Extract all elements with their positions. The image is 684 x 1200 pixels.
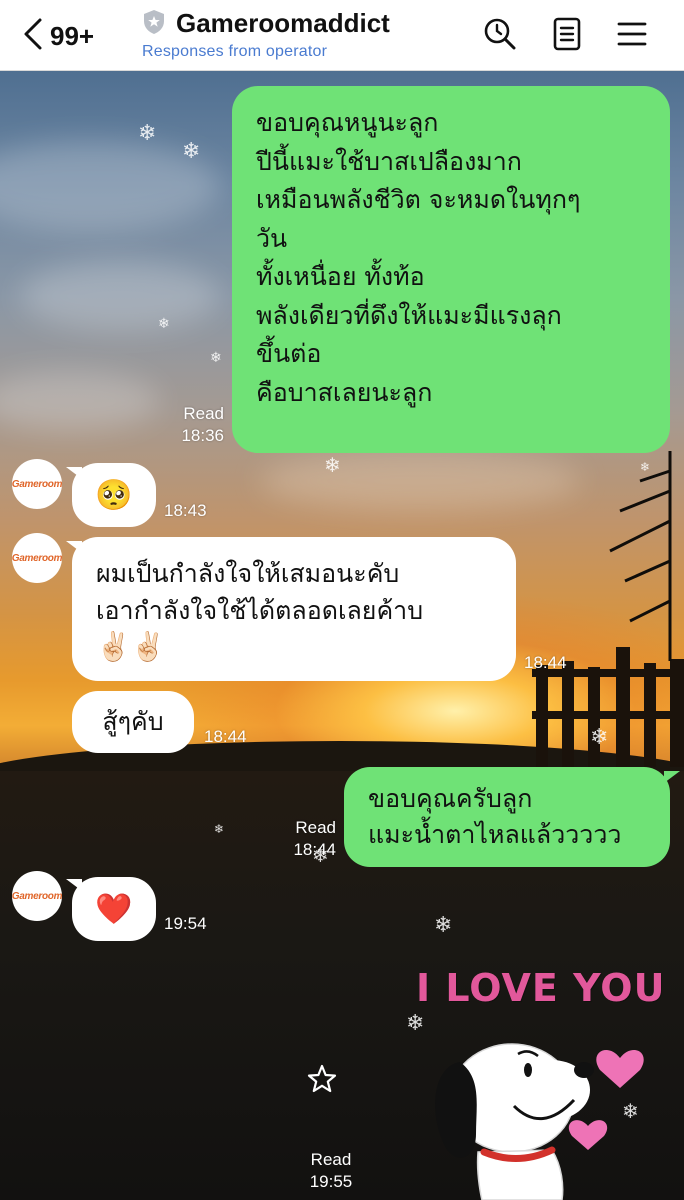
read-receipt: Read bbox=[310, 1150, 352, 1169]
chat-header: 99+ Gameroomaddict Responses from operat… bbox=[0, 0, 684, 71]
chat-title: Gameroomaddict bbox=[176, 8, 390, 38]
star-icon[interactable] bbox=[306, 1063, 338, 1095]
message-time: 18:44 bbox=[524, 653, 567, 672]
message-time: 19:54 bbox=[164, 914, 207, 933]
message-bubble-incoming[interactable]: สู้ๆคับ bbox=[72, 691, 194, 753]
avatar[interactable]: Gameroom bbox=[12, 459, 62, 509]
unread-count: 99+ bbox=[50, 20, 95, 51]
back-button[interactable]: 99+ bbox=[22, 14, 94, 58]
sticker-snoopy[interactable]: I LOVE YOU bbox=[402, 966, 672, 1200]
emoji: 🥺 bbox=[95, 477, 133, 513]
chat-title-block[interactable]: Gameroomaddict Responses from operator bbox=[142, 8, 390, 61]
chat-area[interactable]: ❄ ❄ ❄ ❄ ❄ ❄ ❄ ❄ ❄ ❄ ❄ ❄ Read 18:36 ขอบคุ… bbox=[0, 71, 684, 1200]
message-text: ผมเป็นกำลังใจให้เสมอนะคับ เอากำลังใจใช้ไ… bbox=[96, 559, 424, 625]
message-time: 18:43 bbox=[164, 501, 207, 520]
message-bubble-incoming[interactable]: ❤️ bbox=[72, 877, 156, 941]
read-receipt: Read bbox=[183, 404, 224, 423]
message-bubble-incoming[interactable]: ผมเป็นกำลังใจให้เสมอนะคับ เอากำลังใจใช้ไ… bbox=[72, 537, 516, 681]
message-time: 18:36 bbox=[181, 426, 224, 445]
message-bubble-outgoing[interactable]: ขอบคุณครับลูก แมะน้ำตาไหลแล้ววววว bbox=[344, 767, 670, 867]
message-meta: Read 19:55 bbox=[296, 1149, 366, 1193]
chat-subtitle: Responses from operator bbox=[142, 43, 328, 60]
emoji: ❤️ bbox=[95, 891, 133, 927]
message-bubble-incoming[interactable]: 🥺 bbox=[72, 463, 156, 527]
shield-icon bbox=[142, 9, 166, 39]
message-time: 19:55 bbox=[309, 1172, 353, 1191]
avatar[interactable]: Gameroom bbox=[12, 871, 62, 921]
search-icon[interactable] bbox=[482, 16, 518, 52]
message-text: ขอบคุณหนูนะลูก ปีนี้แมะใช้บาสเปลืองมาก เ… bbox=[256, 108, 581, 407]
avatar[interactable]: Gameroom bbox=[12, 533, 62, 583]
message-meta: Read 18:36 bbox=[160, 403, 224, 447]
message-text: สู้ๆคับ bbox=[102, 707, 164, 736]
read-receipt: Read bbox=[295, 818, 336, 837]
emoji: ✌🏻✌🏻 bbox=[96, 630, 166, 663]
message-time: 18:44 bbox=[293, 840, 336, 859]
snoopy-sticker-image bbox=[435, 1043, 644, 1200]
tree-silhouette bbox=[609, 451, 672, 661]
notes-icon[interactable] bbox=[549, 16, 585, 52]
message-meta: Read 18:44 bbox=[272, 817, 336, 861]
message-bubble-outgoing[interactable]: ขอบคุณหนูนะลูก ปีนี้แมะใช้บาสเปลืองมาก เ… bbox=[232, 86, 670, 453]
message-text: ขอบคุณครับลูก แมะน้ำตาไหลแล้ววววว bbox=[368, 784, 622, 849]
menu-icon[interactable] bbox=[614, 16, 650, 52]
back-chevron-icon bbox=[22, 17, 44, 55]
message-time: 18:44 bbox=[204, 727, 247, 746]
